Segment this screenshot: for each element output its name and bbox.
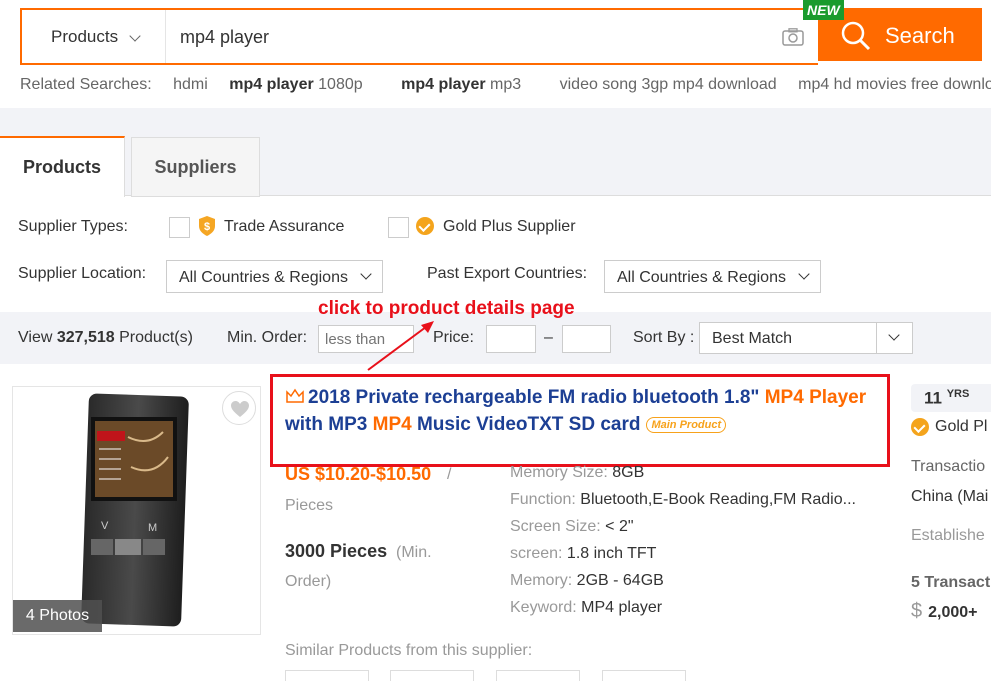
search-icon bbox=[841, 21, 871, 51]
separator-band bbox=[0, 108, 991, 136]
attribute-row: Memory: 2GB - 64GB bbox=[510, 572, 664, 589]
annotation-text: click to product details page bbox=[318, 298, 575, 319]
price-dash: – bbox=[544, 329, 553, 346]
search-bar: Products Search NEW bbox=[20, 0, 982, 65]
trade-assurance-label: Trade Assurance bbox=[224, 218, 345, 235]
gold-plus-checkbox[interactable] bbox=[388, 217, 409, 238]
export-countries-value: All Countries & Regions bbox=[617, 269, 786, 286]
photos-count[interactable]: 4 Photos bbox=[13, 600, 102, 632]
similar-products-label: Similar Products from this supplier: bbox=[285, 642, 533, 659]
related-searches: Related Searches: hdmi mp4 player 1080p … bbox=[20, 76, 991, 94]
favorite-button[interactable] bbox=[222, 391, 256, 425]
divider bbox=[165, 10, 166, 63]
supplier-years-badge: 11 YRS bbox=[911, 384, 991, 412]
chevron-down-icon[interactable] bbox=[129, 30, 141, 42]
price-unit: Pieces bbox=[285, 497, 334, 514]
export-countries-label: Past Export Countries: bbox=[427, 265, 588, 282]
product-price: US $10.20-$10.50 bbox=[285, 464, 432, 484]
supplier-types-label: Supplier Types: bbox=[18, 218, 128, 235]
export-countries-select[interactable]: All Countries & Regions bbox=[604, 260, 821, 293]
price-unit-slash: / bbox=[447, 466, 452, 483]
supplier-location-label: Supplier Location: bbox=[18, 265, 147, 282]
chevron-down-icon bbox=[798, 268, 810, 280]
search-input[interactable] bbox=[180, 16, 770, 58]
tab-suppliers[interactable]: Suppliers bbox=[131, 137, 260, 197]
supplier-location-value: All Countries & Regions bbox=[179, 269, 348, 286]
trade-assurance-checkbox[interactable] bbox=[169, 217, 190, 238]
similar-product-thumb[interactable] bbox=[390, 670, 474, 681]
product-title-link[interactable]: 2018 Private rechargeable FM radio bluet… bbox=[285, 384, 875, 438]
price-min-input[interactable] bbox=[486, 325, 536, 353]
camera-icon[interactable] bbox=[782, 28, 804, 46]
min-order-quantity: 3000 Pieces bbox=[285, 541, 388, 561]
attribute-row: Screen Size: < 2" bbox=[510, 518, 634, 535]
mp4-player-image: V M bbox=[81, 393, 189, 627]
related-item[interactable]: mp4 player mp3 bbox=[401, 76, 538, 93]
supplier-transaction-count: 5 Transact bbox=[911, 574, 991, 591]
product-attributes: Memory Size: 8GB Function: Bluetooth,E-B… bbox=[510, 464, 870, 626]
tab-products[interactable]: Products bbox=[0, 136, 125, 197]
annotation-arrow-icon bbox=[367, 321, 434, 371]
gold-supplier-icon bbox=[911, 418, 929, 436]
min-order-label-2: Order) bbox=[285, 573, 332, 590]
min-order-label: (Min. bbox=[396, 544, 432, 561]
gold-supplier-badge[interactable]: Gold Pl bbox=[911, 418, 987, 436]
heart-icon bbox=[231, 401, 249, 417]
related-item[interactable]: mp4 hd movies free download bbox=[798, 76, 991, 93]
supplier-location-select[interactable]: All Countries & Regions bbox=[166, 260, 383, 293]
similar-product-thumb[interactable] bbox=[285, 670, 369, 681]
related-item[interactable]: hdmi mp4 player 1080p bbox=[173, 76, 380, 93]
related-item[interactable]: video song 3gp mp4 download bbox=[560, 76, 777, 93]
similar-product-thumb[interactable] bbox=[602, 670, 686, 681]
chevron-down-icon bbox=[360, 268, 372, 280]
svg-text:V: V bbox=[101, 520, 109, 532]
search-box: Products bbox=[20, 8, 818, 65]
supplier-amount: $2,000+ bbox=[911, 600, 978, 622]
sort-select[interactable]: Best Match bbox=[699, 322, 913, 354]
price-max-input[interactable] bbox=[562, 325, 611, 353]
gold-plus-label: Gold Plus Supplier bbox=[443, 218, 576, 235]
supplier-established: Establishe bbox=[911, 527, 985, 544]
attribute-row: Function: Bluetooth,E-Book Reading,FM Ra… bbox=[510, 491, 856, 508]
sort-value: Best Match bbox=[712, 330, 793, 347]
results-count: View 327,518 Product(s) bbox=[18, 329, 193, 346]
similar-product-thumb[interactable] bbox=[496, 670, 580, 681]
new-badge: NEW bbox=[803, 0, 844, 20]
supplier-transactions-label: Transactio bbox=[911, 458, 986, 475]
product-image[interactable]: V M bbox=[12, 386, 261, 635]
crown-icon bbox=[286, 388, 304, 403]
min-order-label: Min. Order: bbox=[227, 329, 308, 346]
attribute-row: screen: 1.8 inch TFT bbox=[510, 545, 657, 562]
dollar-icon: $ bbox=[911, 600, 923, 622]
gold-supplier-icon bbox=[416, 217, 434, 235]
chevron-down-icon bbox=[888, 329, 900, 341]
search-button-label: Search bbox=[885, 23, 955, 48]
supplier-country: China (Mai bbox=[911, 488, 989, 505]
tab-bar: Products Suppliers bbox=[0, 136, 991, 197]
main-product-badge: Main Product bbox=[646, 416, 727, 433]
trade-assurance-icon: $ bbox=[199, 216, 215, 236]
svg-text:M: M bbox=[148, 522, 157, 534]
category-select[interactable]: Products bbox=[51, 27, 118, 47]
svg-text:$: $ bbox=[204, 221, 210, 233]
attribute-row: Keyword: MP4 player bbox=[510, 599, 663, 616]
attribute-row: Memory Size: 8GB bbox=[510, 464, 645, 481]
related-label: Related Searches: bbox=[20, 76, 152, 93]
sort-label: Sort By : bbox=[633, 329, 695, 346]
